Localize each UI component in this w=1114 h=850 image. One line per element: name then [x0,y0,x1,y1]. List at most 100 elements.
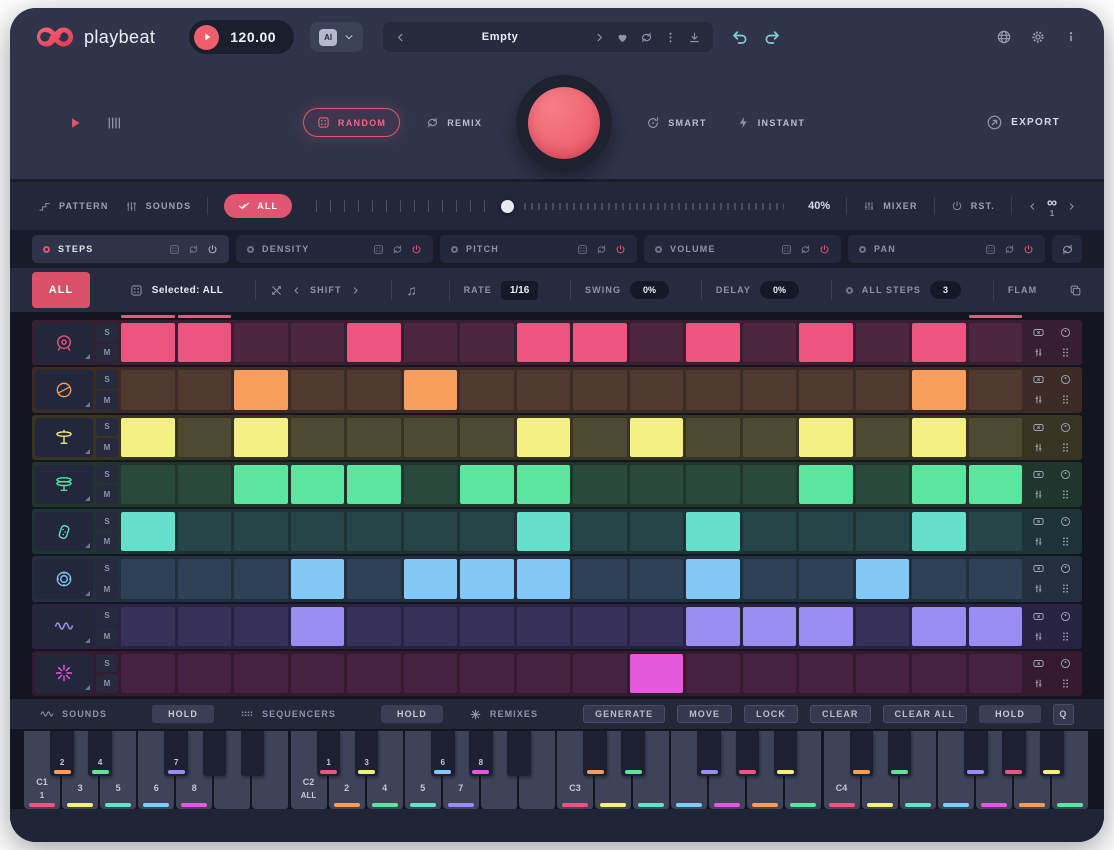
bpm-control[interactable]: 120.00 [189,20,294,54]
step-3[interactable] [234,465,288,504]
step-1[interactable] [121,512,175,551]
row-sliders-button[interactable] [1032,582,1045,595]
mute-button[interactable]: M [96,627,118,646]
row-erase-button[interactable] [1032,326,1045,339]
step-3[interactable] [234,418,288,457]
step-1[interactable] [121,559,175,598]
mute-button[interactable]: M [96,438,118,457]
step-11[interactable] [686,465,740,504]
dice-icon[interactable] [781,244,792,255]
step-9[interactable] [573,418,627,457]
step-3[interactable] [234,512,288,551]
loop-icon[interactable] [800,244,811,255]
row-roll-button[interactable] [1059,515,1072,528]
piano-key-black-8[interactable]: 8 [469,731,493,776]
step-10[interactable] [630,418,684,457]
globe-icon[interactable] [996,29,1012,45]
move-button[interactable]: MOVE [677,705,732,723]
lock-button[interactable]: LOCK [744,705,798,723]
step-1[interactable] [121,323,175,362]
row-roll-button[interactable] [1059,562,1072,575]
piano-key-black[interactable] [850,731,874,776]
step-12[interactable] [743,654,797,693]
step-9[interactable] [573,465,627,504]
step-14[interactable] [856,607,910,646]
piano-key-black-1[interactable]: 1 [317,731,341,776]
mixer-button[interactable]: MIXER [863,200,918,212]
mute-button[interactable]: M [96,580,118,599]
clear-button[interactable]: CLEAR [810,705,871,723]
step-13[interactable] [799,512,853,551]
regenerate-all-button[interactable] [1052,235,1082,263]
slider-handle[interactable] [501,200,514,213]
row-erase-button[interactable] [1032,562,1045,575]
piano-key-black[interactable] [888,731,912,776]
step-2[interactable] [178,654,232,693]
loop-icon[interactable] [1004,244,1015,255]
row-roll-button[interactable] [1059,326,1072,339]
step-5[interactable] [347,323,401,362]
row-sliders-button[interactable] [1032,488,1045,501]
step-8[interactable] [517,323,571,362]
step-16[interactable] [969,323,1023,362]
piano-key-black-4[interactable]: 4 [88,731,112,776]
step-14[interactable] [856,654,910,693]
power-icon[interactable] [1023,244,1034,255]
instrument-hihat-button[interactable] [35,418,93,457]
solo-button[interactable]: S [96,654,118,673]
instrument-snare-button[interactable] [35,370,93,409]
step-10[interactable] [630,370,684,409]
piano-key-black[interactable] [241,731,265,776]
step-5[interactable] [347,607,401,646]
row-roll-button[interactable] [1059,421,1072,434]
rate-value[interactable]: 1/16 [501,281,538,300]
step-2[interactable] [178,370,232,409]
step-14[interactable] [856,370,910,409]
instrument-kick-button[interactable] [35,323,93,362]
step-13[interactable] [799,370,853,409]
row-erase-button[interactable] [1032,657,1045,670]
step-10[interactable] [630,323,684,362]
row-roll-button[interactable] [1059,610,1072,623]
step-4[interactable] [291,607,345,646]
all-steps-value[interactable]: 3 [930,281,961,299]
step-3[interactable] [234,370,288,409]
step-6[interactable] [404,370,458,409]
step-2[interactable] [178,512,232,551]
step-9[interactable] [573,370,627,409]
step-16[interactable] [969,654,1023,693]
step-15[interactable] [912,323,966,362]
dice-icon[interactable] [130,284,143,297]
step-11[interactable] [686,607,740,646]
step-5[interactable] [347,559,401,598]
step-14[interactable] [856,559,910,598]
step-16[interactable] [969,370,1023,409]
step-6[interactable] [404,323,458,362]
row-roll-button[interactable] [1059,468,1072,481]
step-9[interactable] [573,512,627,551]
step-13[interactable] [799,418,853,457]
step-9[interactable] [573,654,627,693]
chevron-right-icon[interactable] [1067,202,1076,211]
solo-button[interactable]: S [96,607,118,626]
step-10[interactable] [630,512,684,551]
step-5[interactable] [347,465,401,504]
export-button[interactable]: EXPORT [986,114,1060,131]
piano-key-black[interactable] [507,731,531,776]
play-icon[interactable] [194,25,219,50]
step-15[interactable] [912,607,966,646]
power-icon[interactable] [615,244,626,255]
step-12[interactable] [743,465,797,504]
step-14[interactable] [856,465,910,504]
preset-prev-button[interactable] [395,32,406,43]
step-16[interactable] [969,559,1023,598]
random-mode-button[interactable]: RANDOM [303,108,400,137]
step-5[interactable] [347,654,401,693]
step-4[interactable] [291,418,345,457]
step-11[interactable] [686,654,740,693]
piano-key-black[interactable] [583,731,607,776]
step-15[interactable] [912,559,966,598]
step-7[interactable] [460,465,514,504]
mute-button[interactable]: M [96,344,118,363]
piano-key-black[interactable] [1002,731,1026,776]
